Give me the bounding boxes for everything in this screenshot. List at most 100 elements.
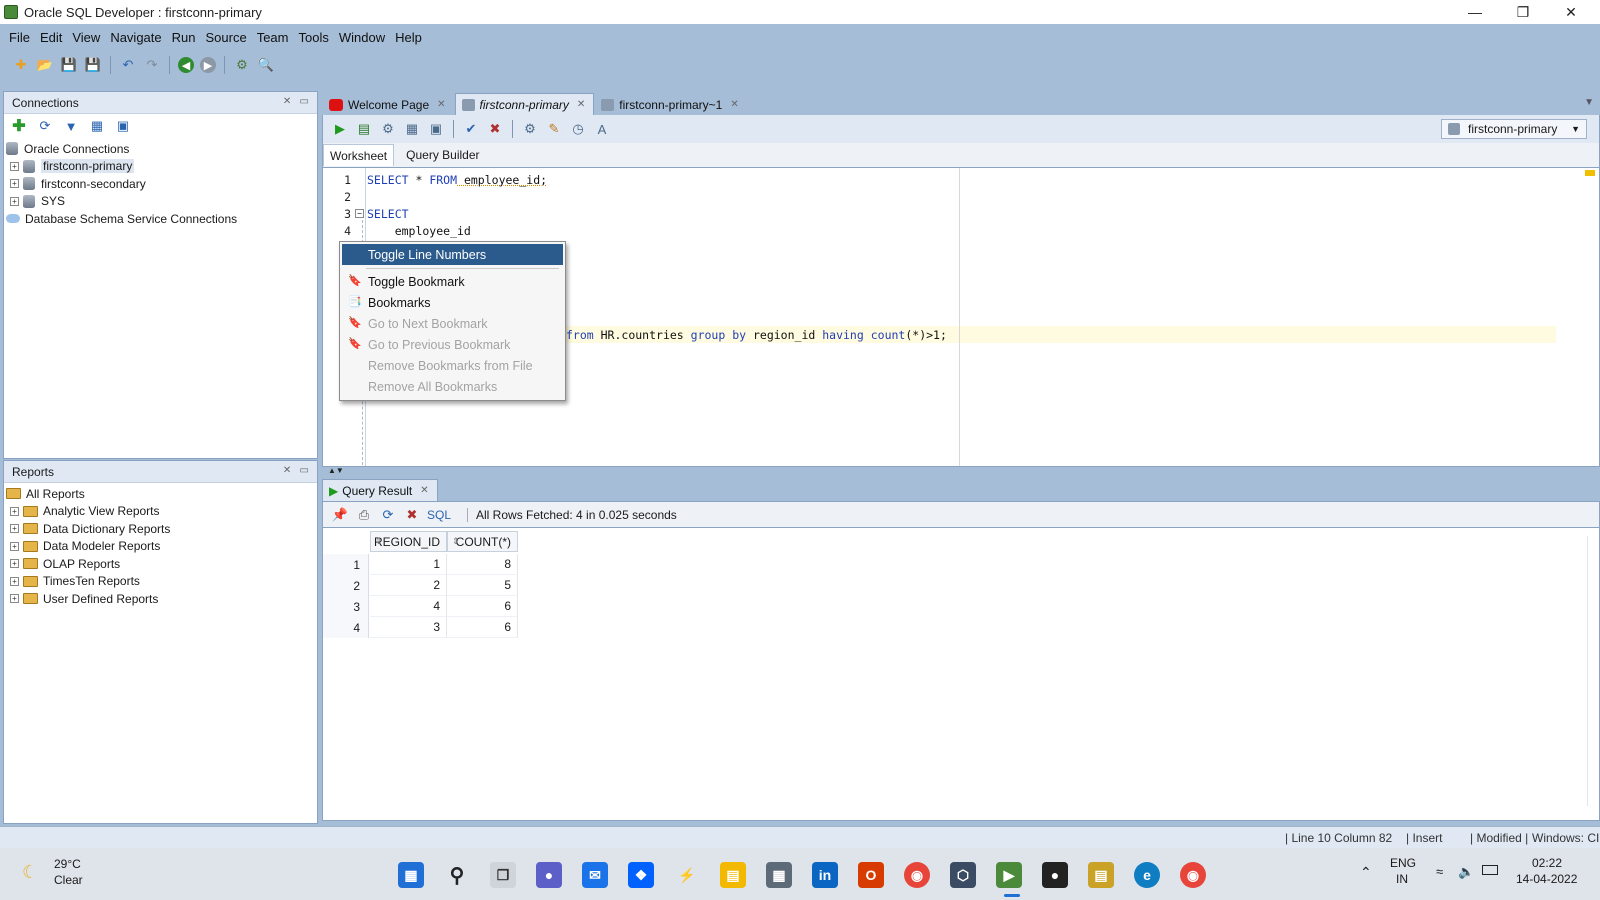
filter-icon[interactable]: ▼ bbox=[62, 117, 80, 135]
chrome-icon[interactable]: ◉ bbox=[904, 862, 930, 888]
table-cell[interactable]: 3 bbox=[370, 617, 447, 638]
tab-welcome-page[interactable]: Welcome Page ✕ bbox=[322, 93, 455, 115]
redo-icon[interactable]: ↷ bbox=[143, 56, 161, 74]
connection-sys[interactable]: + SYS bbox=[6, 193, 317, 211]
clock-time[interactable]: 02:22 bbox=[1532, 856, 1562, 870]
menu-view[interactable]: View bbox=[67, 30, 105, 45]
vertical-scrollbar[interactable] bbox=[1587, 536, 1597, 806]
edge-icon[interactable]: e bbox=[1134, 862, 1160, 888]
sql-link[interactable]: SQL bbox=[427, 508, 451, 522]
linux-penguin-icon[interactable]: ● bbox=[1042, 862, 1068, 888]
wifi-icon[interactable]: ≈ bbox=[1436, 864, 1443, 879]
schema-service-connections-node[interactable]: Database Schema Service Connections bbox=[6, 210, 317, 228]
commit-icon[interactable]: ✔ bbox=[462, 120, 480, 138]
report-folder[interactable]: + User Defined Reports bbox=[6, 590, 317, 608]
save-icon[interactable]: 💾 bbox=[60, 56, 78, 74]
menu-file[interactable]: File bbox=[4, 30, 35, 45]
menu-source[interactable]: Source bbox=[200, 30, 251, 45]
table-cell[interactable]: 6 bbox=[447, 617, 518, 638]
explain-plan-icon[interactable]: ⚙ bbox=[379, 120, 397, 138]
expand-icon[interactable]: + bbox=[10, 196, 19, 206]
all-reports-node[interactable]: All Reports bbox=[6, 485, 317, 503]
table-cell[interactable]: 1 bbox=[370, 554, 447, 575]
expand-icon[interactable]: + bbox=[10, 559, 19, 569]
menu-window[interactable]: Window bbox=[334, 30, 390, 45]
menu-run[interactable]: Run bbox=[167, 30, 201, 45]
warning-marker[interactable] bbox=[1585, 170, 1595, 176]
rollback-icon[interactable]: ✖ bbox=[486, 120, 504, 138]
autotrace-icon[interactable]: ▦ bbox=[403, 120, 421, 138]
connection-firstconn-secondary[interactable]: + firstconn-secondary bbox=[6, 175, 317, 193]
sql-history-icon[interactable]: ◷ bbox=[569, 120, 587, 138]
windows-start-icon[interactable]: ▦ bbox=[398, 862, 424, 888]
report-folder[interactable]: + Data Modeler Reports bbox=[6, 538, 317, 556]
report-folder[interactable]: + Analytic View Reports bbox=[6, 503, 317, 521]
unshared-sql-icon[interactable]: ⚙ bbox=[521, 120, 539, 138]
mail-icon[interactable]: ✉ bbox=[582, 862, 608, 888]
row-number[interactable]: 4 bbox=[323, 617, 369, 638]
language-region[interactable]: IN bbox=[1396, 872, 1408, 886]
close-tab-icon[interactable]: ✕ bbox=[577, 99, 585, 110]
sql-worksheet-icon[interactable]: ⚙ bbox=[233, 56, 251, 74]
virtualbox-icon[interactable]: ⬡ bbox=[950, 862, 976, 888]
linkedin-icon[interactable]: in bbox=[812, 862, 838, 888]
menu-navigate[interactable]: Navigate bbox=[105, 30, 166, 45]
row-number[interactable]: 1 bbox=[323, 554, 369, 575]
minimize-button[interactable]: — bbox=[1452, 0, 1498, 24]
battery-icon[interactable] bbox=[1482, 865, 1498, 875]
tab-firstconn-primary[interactable]: firstconn-primary ✕ bbox=[454, 93, 595, 115]
sql-developer-taskbar-icon[interactable]: ▶ bbox=[996, 862, 1022, 888]
menu-item-bookmarks[interactable]: 📑 Bookmarks bbox=[342, 292, 563, 313]
open-folder-icon[interactable]: 📂 bbox=[36, 56, 54, 74]
fold-collapse-icon[interactable]: − bbox=[355, 209, 364, 218]
column-header-region-id[interactable]: ⇕ REGION_ID bbox=[370, 531, 447, 552]
run-script-icon[interactable]: ▤ bbox=[355, 120, 373, 138]
tab-query-result[interactable]: ▶ Query Result ✕ bbox=[322, 479, 438, 501]
app-bolt-icon[interactable]: ⚡ bbox=[674, 862, 700, 888]
run-statement-icon[interactable]: ▶ bbox=[331, 120, 349, 138]
oracle-connections-node[interactable]: Oracle Connections bbox=[6, 140, 317, 158]
tab-firstconn-primary-1[interactable]: firstconn-primary~1 ✕ bbox=[594, 93, 747, 115]
dropbox-icon[interactable]: ❖ bbox=[628, 862, 654, 888]
file-explorer-icon[interactable]: ▤ bbox=[720, 862, 746, 888]
schema-browser-icon[interactable]: ▦ bbox=[88, 117, 106, 135]
table-cell[interactable]: 4 bbox=[370, 596, 447, 617]
table-cell[interactable]: 8 bbox=[447, 554, 518, 575]
tab-list-dropdown-icon[interactable]: ▼ bbox=[1584, 97, 1594, 108]
row-number[interactable]: 2 bbox=[323, 575, 369, 596]
close-window-button[interactable]: ✕ bbox=[1548, 0, 1594, 24]
tab-query-builder[interactable]: Query Builder bbox=[400, 144, 485, 166]
weather-description[interactable]: Clear bbox=[54, 873, 83, 887]
save-all-icon[interactable]: 💾 bbox=[84, 56, 102, 74]
menu-team[interactable]: Team bbox=[252, 30, 294, 45]
splitter-arrows-icon[interactable]: ▲▼ bbox=[328, 466, 344, 475]
teams-chat-icon[interactable]: ● bbox=[536, 862, 562, 888]
table-cell[interactable]: 6 bbox=[447, 596, 518, 617]
close-tab-icon[interactable]: ✕ bbox=[420, 485, 428, 496]
menu-item-toggle-bookmark[interactable]: 🔖 Toggle Bookmark bbox=[342, 271, 563, 292]
menu-edit[interactable]: Edit bbox=[35, 30, 67, 45]
panel-controls-icon[interactable]: ✕ ▭ bbox=[283, 96, 309, 107]
panel-controls-icon[interactable]: ✕ ▭ bbox=[283, 465, 309, 476]
expand-icon[interactable]: + bbox=[10, 541, 19, 551]
table-cell[interactable]: 2 bbox=[370, 575, 447, 596]
format-icon[interactable]: A bbox=[593, 120, 611, 138]
add-connection-icon[interactable]: ✚ bbox=[10, 117, 28, 135]
column-header-count[interactable]: ⇕ COUNT(*) bbox=[447, 531, 518, 552]
menu-help[interactable]: Help bbox=[390, 30, 427, 45]
new-file-icon[interactable]: ✚ bbox=[12, 56, 30, 74]
back-icon[interactable]: ◀ bbox=[178, 57, 194, 73]
collapse-all-icon[interactable]: ▣ bbox=[114, 117, 132, 135]
print-icon[interactable]: ⎙ bbox=[355, 506, 373, 524]
expand-icon[interactable]: + bbox=[10, 594, 19, 604]
expand-icon[interactable]: + bbox=[10, 576, 19, 586]
report-folder[interactable]: + Data Dictionary Reports bbox=[6, 520, 317, 538]
expand-icon[interactable]: + bbox=[10, 524, 19, 534]
connection-selector[interactable]: firstconn-primary ▼ bbox=[1441, 119, 1587, 139]
refresh-icon[interactable]: ⟳ bbox=[36, 117, 54, 135]
archive-icon[interactable]: ▤ bbox=[1088, 862, 1114, 888]
office-icon[interactable]: O bbox=[858, 862, 884, 888]
row-number[interactable]: 3 bbox=[323, 596, 369, 617]
connection-firstconn-primary[interactable]: + firstconn-primary bbox=[6, 158, 317, 176]
report-folder[interactable]: + OLAP Reports bbox=[6, 555, 317, 573]
